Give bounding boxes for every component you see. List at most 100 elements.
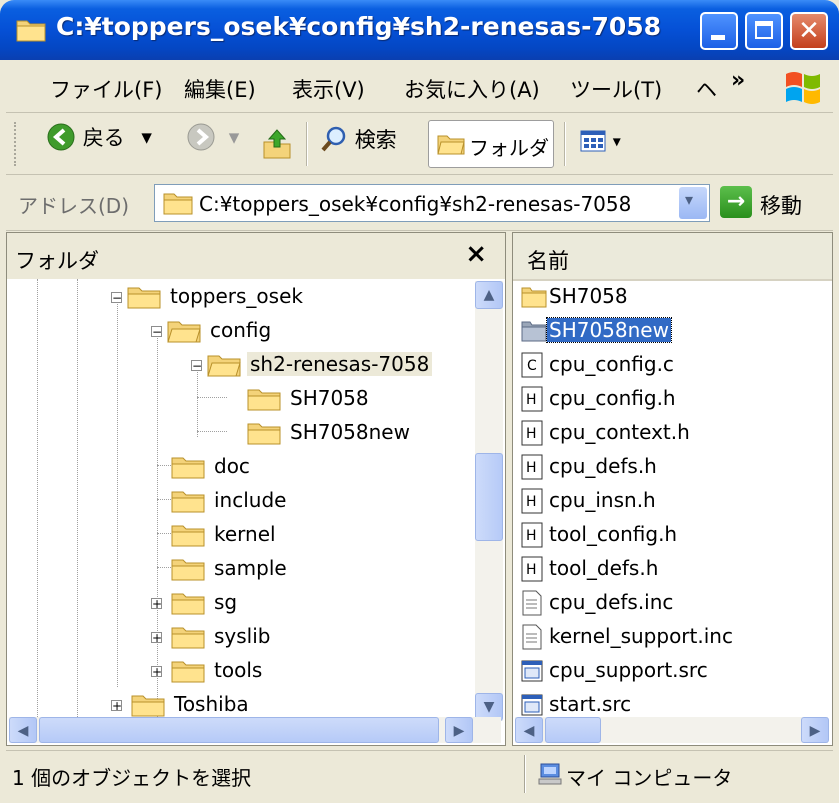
tree-item-label: kernel xyxy=(214,522,276,546)
folder-open-icon xyxy=(167,321,201,343)
scroll-left-button[interactable]: ◀ xyxy=(9,717,37,743)
file-name: SH7058new xyxy=(546,317,672,343)
expand-icon[interactable]: + xyxy=(151,598,162,610)
svg-text:H: H xyxy=(526,392,537,408)
scroll-right-button[interactable]: ▶ xyxy=(445,717,473,743)
scroll-left-button[interactable]: ◀ xyxy=(515,717,543,743)
svg-text:H: H xyxy=(526,562,537,578)
tree-item-label: config xyxy=(210,318,272,342)
forward-button[interactable]: ▾ xyxy=(186,122,239,152)
back-label: 戻る xyxy=(82,126,125,150)
folders-button[interactable]: フォルダ xyxy=(428,120,554,168)
standard-toolbar: 戻る ▾ ▾ 検索 フォルダ ▾ xyxy=(6,114,833,175)
folder-pane-title: フォルダ xyxy=(15,249,99,273)
scroll-thumb[interactable] xyxy=(39,717,439,743)
folder-icon xyxy=(171,661,205,683)
views-dropdown-icon: ▾ xyxy=(612,131,621,151)
address-input[interactable]: C:¥toppers_osek¥config¥sh2-renesas-7058 … xyxy=(154,184,710,222)
title-bar[interactable]: C:¥toppers_osek¥config¥sh2-renesas-7058 … xyxy=(0,0,839,60)
expand-icon[interactable]: + xyxy=(151,666,162,678)
expand-icon[interactable]: + xyxy=(151,632,162,644)
address-value: C:¥toppers_osek¥config¥sh2-renesas-7058 xyxy=(199,192,632,216)
folder-icon xyxy=(171,525,205,547)
expand-icon[interactable]: + xyxy=(111,700,122,712)
svg-text:H: H xyxy=(526,494,537,510)
forward-arrow-icon xyxy=(187,123,215,151)
chevron-down-icon: ▾ xyxy=(685,190,694,209)
maximize-button[interactable] xyxy=(745,12,783,50)
file-name: cpu_insn.h xyxy=(549,488,656,512)
arrow-left-icon: ◀ xyxy=(523,723,535,739)
file-list-pane: 名前 SH7058 SH7058new C cpu_config.c H cpu… xyxy=(512,232,833,746)
folder-icon xyxy=(521,287,547,308)
toolbar-separator xyxy=(564,122,566,166)
close-button[interactable]: ✕ xyxy=(790,12,828,50)
go-button[interactable]: → 移動 xyxy=(720,184,830,222)
folder-pane-header: フォルダ × xyxy=(7,233,505,279)
folder-vertical-scrollbar[interactable]: ▲ ▼ xyxy=(475,281,503,721)
address-dropdown-button[interactable]: ▾ xyxy=(679,187,707,219)
menu-bar: ファイル(F) 編集(E) 表示(V) お気に入り(A) ツール(T) ヘ » xyxy=(6,62,833,113)
file-name: cpu_defs.h xyxy=(549,454,657,478)
back-dropdown-icon[interactable]: ▾ xyxy=(141,125,152,149)
file-name: start.src xyxy=(549,692,632,716)
folder-tree: − toppers_osek − config − sh2-renesas-70… xyxy=(7,279,477,721)
file-horizontal-scrollbar[interactable]: ◀ ▶ xyxy=(515,717,829,743)
menu-overflow-chevron[interactable]: » xyxy=(731,68,745,93)
column-title: 名前 xyxy=(527,249,569,273)
file-name: cpu_context.h xyxy=(549,420,690,444)
h-file-icon: H xyxy=(521,386,543,412)
arrow-up-icon: ▲ xyxy=(483,287,495,303)
collapse-icon[interactable]: − xyxy=(111,292,122,304)
menu-favorites[interactable]: お気に入り(A) xyxy=(404,74,540,104)
status-bar: 1 個のオブジェクトを選択 マイ コンピュータ xyxy=(6,750,833,797)
minimize-button[interactable] xyxy=(700,12,738,50)
tree-guide-line xyxy=(77,279,78,721)
folder-open-icon xyxy=(207,355,241,377)
menu-edit[interactable]: 編集(E) xyxy=(184,74,256,104)
src-file-icon xyxy=(521,694,543,716)
scroll-right-button[interactable]: ▶ xyxy=(801,717,829,743)
scroll-thumb[interactable] xyxy=(475,453,503,541)
toolbar-grip[interactable] xyxy=(14,122,19,166)
back-button[interactable]: 戻る ▾ xyxy=(46,122,152,152)
up-folder-icon[interactable] xyxy=(262,128,292,160)
tree-item-label: doc xyxy=(214,454,250,478)
folder-icon xyxy=(247,423,281,445)
svg-text:C: C xyxy=(527,358,537,374)
h-file-icon: H xyxy=(521,522,543,548)
menu-help[interactable]: ヘ xyxy=(696,74,717,104)
forward-dropdown-icon[interactable]: ▾ xyxy=(229,125,240,149)
status-separator xyxy=(524,755,526,793)
search-button[interactable]: 検索 xyxy=(320,124,397,154)
scroll-up-button[interactable]: ▲ xyxy=(475,281,503,309)
scroll-thumb[interactable] xyxy=(545,717,601,743)
collapse-icon[interactable]: − xyxy=(151,326,162,338)
folder-icon xyxy=(171,457,205,479)
arrow-right-icon: ▶ xyxy=(809,723,821,739)
tree-item-label: sample xyxy=(214,556,287,580)
folder-icon xyxy=(521,321,547,342)
address-bar: アドレス(D) C:¥toppers_osek¥config¥sh2-renes… xyxy=(6,176,833,231)
folder-horizontal-scrollbar[interactable]: ◀ ▶ xyxy=(9,717,501,743)
close-icon[interactable]: × xyxy=(465,239,487,269)
file-name: tool_defs.h xyxy=(549,556,659,580)
tree-item-label: SH7058 xyxy=(290,386,369,410)
menu-file[interactable]: ファイル(F) xyxy=(50,74,162,104)
tree-item-label: syslib xyxy=(214,624,271,648)
folder-icon xyxy=(163,193,193,215)
views-button[interactable]: ▾ xyxy=(580,128,621,152)
folder-icon xyxy=(171,491,205,513)
column-header-name[interactable]: 名前 xyxy=(513,233,832,281)
tree-item-label: SH7058new xyxy=(290,420,410,444)
tree-guide-line xyxy=(157,331,158,721)
menu-view[interactable]: 表示(V) xyxy=(292,74,365,104)
svg-text:H: H xyxy=(526,528,537,544)
tree-item-label: include xyxy=(214,488,287,512)
collapse-icon[interactable]: − xyxy=(191,360,202,372)
menu-tools[interactable]: ツール(T) xyxy=(570,74,662,104)
search-label: 検索 xyxy=(354,128,397,152)
folder-icon xyxy=(127,287,161,309)
explorer-window: C:¥toppers_osek¥config¥sh2-renesas-7058 … xyxy=(0,0,839,803)
folder-icon xyxy=(131,695,165,717)
